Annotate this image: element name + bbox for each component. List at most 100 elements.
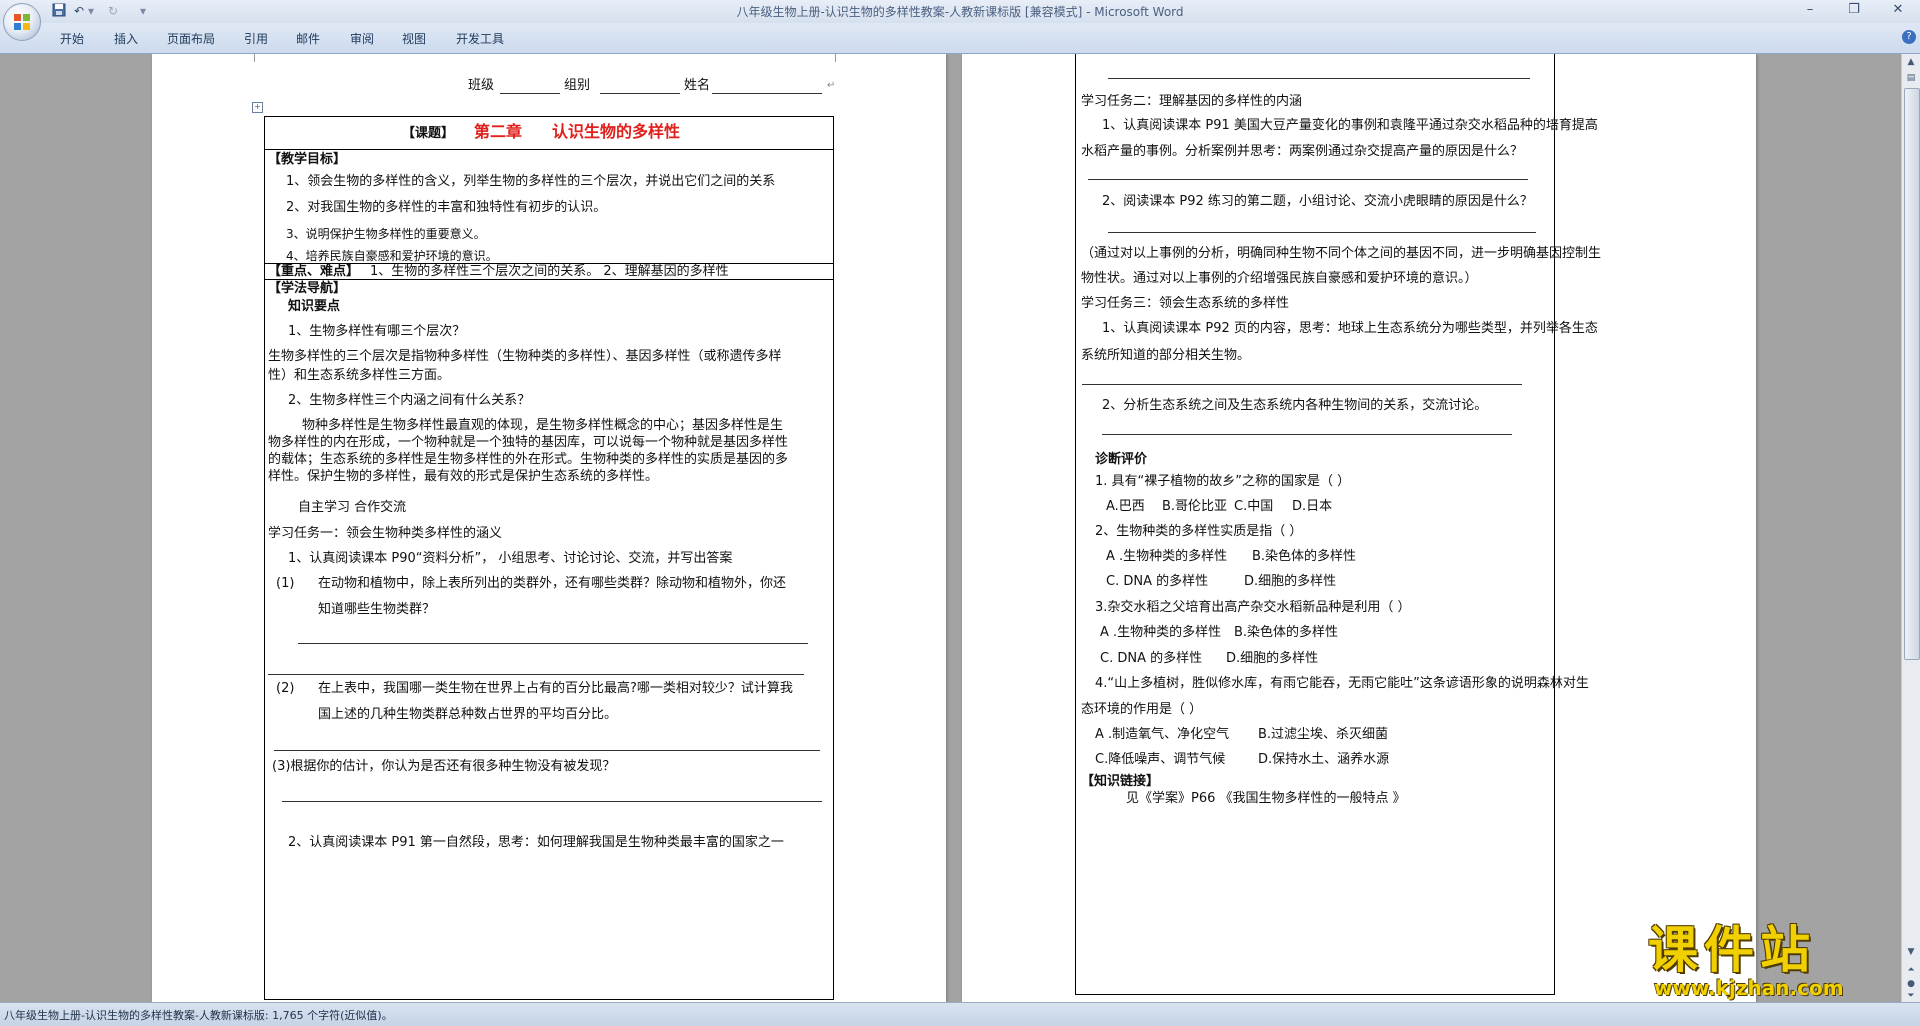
q3-option-a: A .生物种类的多样性 <box>1100 625 1222 640</box>
answer-2-line-4: 样性。保护生物的多样性，最有效的形式是保护生态系统的多样性。 <box>268 469 659 484</box>
window-controls: – ❐ ✕ <box>1788 0 1920 21</box>
self-study-label: 自主学习 合作交流 <box>298 500 407 515</box>
question-4-line-2: 态环境的作用是（ ） <box>1081 702 1203 717</box>
q2-option-d: D.细胞的多样性 <box>1244 574 1337 589</box>
sub-2-number: (2) <box>276 681 295 696</box>
q1-option-b: B.哥伦比亚 <box>1162 499 1228 514</box>
answer-2-line-3: 的载体；生态系统的多样性是生物多样性的外在形式。生物种类的多样性的实质是基因的多 <box>268 452 789 467</box>
chapter-title: 第二章 <box>474 122 523 141</box>
item-2: 2、认真阅读课本 P91 第一自然段，思考：如何理解我国是生物种类最丰富的国家之… <box>288 835 784 850</box>
sub-3: (3)根据你的估计，你认为是否还有很多种生物没有被发现？ <box>272 759 616 774</box>
key-points-text: 1、生物的多样性三个层次之间的关系。 2、理解基因的多样性 <box>370 264 729 279</box>
q3-option-c: C. DNA 的多样性 <box>1100 651 1203 666</box>
evaluation-label: 诊断评价 <box>1095 452 1148 467</box>
question-3: 3.杂交水稻之父培育出高产杂交水稻新品种是利用（ ） <box>1095 600 1411 615</box>
vertical-scrollbar[interactable]: ▲ ▤ ▼ ⏶ ● ⏷ <box>1901 54 1920 1002</box>
goal-4: 4、培养民族自豪感和爱护环境的意识。 <box>286 249 498 263</box>
question-2: 2、生物种类的多样性实质是指（ ） <box>1095 524 1303 539</box>
minimize-button[interactable]: – <box>1788 0 1832 21</box>
table-move-handle-icon[interactable]: + <box>252 102 263 113</box>
q3-option-d: D.细胞的多样性 <box>1226 651 1319 666</box>
tab-mailings[interactable]: 邮件 <box>296 30 320 47</box>
task-2-title: 学习任务二：理解基因的多样性的内涵 <box>1081 94 1303 109</box>
q4-option-b: B.过滤尘埃、杀灭细菌 <box>1258 727 1389 742</box>
topic-title: 认识生物的多样性 <box>552 122 681 141</box>
goals-label: 【教学目标】 <box>268 152 347 167</box>
document-workspace: 班级 组别 姓名 ↵ + 【课题】 第二章 认识生物的多样性 【教学目标】 1、… <box>0 54 1902 1002</box>
answer-1-line-1: 生物多样性的三个层次是指物种多样性（生物种类的多样性）、基因多样性（或称遗传多样 <box>268 349 782 364</box>
document-page-2: 学习任务二：理解基因的多样性的内涵 1、认真阅读课本 P91 美国大豆产量变化的… <box>962 54 1756 1002</box>
question-1: 1、生物多样性有哪三个层次？ <box>288 324 466 339</box>
tab-references[interactable]: 引用 <box>244 30 268 47</box>
knowledge-label: 知识要点 <box>288 299 341 314</box>
ribbon-tab-bar: 开始 插入 页面布局 引用 邮件 审阅 视图 开发工具 ? <box>0 23 1920 54</box>
q4-option-a: A .制造氧气、净化空气 <box>1095 727 1230 742</box>
status-bar: 八年级生物上册-认识生物的多样性教案-人教新课标版: 1,765 个字符(近似值… <box>0 1002 1920 1026</box>
q1-option-a: A.巴西 <box>1106 499 1145 514</box>
class-label: 班级 <box>468 78 495 93</box>
watermark-logo: 课件站 www.kjzhan.com <box>1648 921 1894 1000</box>
sub-2-line-1: 在上表中，我国哪一类生物在世界上占有的百分比最高?哪一类相对较少？试计算我 <box>318 681 793 696</box>
tab-view[interactable]: 视图 <box>402 30 426 47</box>
watermark-url: www.kjzhan.com <box>1654 976 1844 1000</box>
task-3-item-1-line-2: 系统所知道的部分相关生物。 <box>1081 348 1251 363</box>
office-logo-icon <box>14 14 30 30</box>
question-1: 1. 具有“裸子植物的故乡”之称的国家是（ ） <box>1095 474 1351 489</box>
q4-option-c: C.降低噪声、调节气候 <box>1095 752 1226 767</box>
scroll-down-icon[interactable]: ▼ <box>1903 944 1919 960</box>
question-4-line-1: 4.“山上多植树，胜似修水库，有雨它能吞，无雨它能吐”这条谚语形象的说明森林对生 <box>1095 676 1589 691</box>
sub-1-line-2: 知道哪些生物类群？ <box>318 602 436 617</box>
sub-1-line-1: 在动物和植物中，除上表所列出的类群外，还有哪些类群？除动物和植物外，你还 <box>318 576 787 591</box>
document-page-1: 班级 组别 姓名 ↵ + 【课题】 第二章 认识生物的多样性 【教学目标】 1、… <box>152 54 946 1002</box>
scroll-up-icon[interactable]: ▲ <box>1903 54 1919 70</box>
q2-option-b: B.染色体的多样性 <box>1252 549 1357 564</box>
tab-developer[interactable]: 开发工具 <box>456 30 504 47</box>
tab-review[interactable]: 审阅 <box>350 30 374 47</box>
answer-2-line-1: 物种多样性是生物多样性最直观的体现，是生物多样性概念的中心；基因多样性是生 <box>302 418 784 433</box>
question-2: 2、生物多样性三个内涵之间有什么关系？ <box>288 393 531 408</box>
task-3-title: 学习任务三：领会生态系统的多样性 <box>1081 296 1290 311</box>
topic-label: 【课题】 <box>402 126 455 141</box>
tab-insert[interactable]: 插入 <box>114 30 138 47</box>
group-label: 组别 <box>564 78 591 93</box>
q2-option-a: A .生物种类的多样性 <box>1106 549 1228 564</box>
task-3-item-2: 2、分析生态系统之间及生态系统内各种生物间的关系，交流讨论。 <box>1102 398 1488 413</box>
tab-page-layout[interactable]: 页面布局 <box>167 30 215 47</box>
answer-1-line-2: 性）和生态系统多样性三方面。 <box>268 368 451 383</box>
key-points-label: 【重点、难点】 <box>268 264 360 279</box>
tab-home[interactable]: 开始 <box>60 30 84 47</box>
task-2-item-1-line-1: 1、认真阅读课本 P91 美国大豆产量变化的事例和袁隆平通过杂交水稻品种的培育提… <box>1102 118 1598 133</box>
q4-option-d: D.保持水土、涵养水源 <box>1258 752 1390 767</box>
office-button[interactable] <box>3 3 41 41</box>
status-text: 八年级生物上册-认识生物的多样性教案-人教新课标版: 1,765 个字符(近似值… <box>4 1009 393 1022</box>
restore-button[interactable]: ❐ <box>1832 0 1876 21</box>
close-button[interactable]: ✕ <box>1876 0 1920 21</box>
task-1-item-1: 1、认真阅读课本 P90“资料分析”， 小组思考、讨论讨论、交流，并写出答案 <box>288 551 733 566</box>
summary-line-2: 物性状。通过对以上事例的介绍增强民族自豪感和爱护环境的意识。） <box>1081 271 1478 286</box>
scrollbar-thumb[interactable] <box>1904 88 1920 660</box>
knowledge-link-text: 见《学案》P66 《我国生物多样性的一般特点 》 <box>1126 791 1406 806</box>
name-label: 姓名 <box>684 78 711 93</box>
goal-3: 3、说明保护生物多样性的重要意义。 <box>286 227 486 241</box>
task-3-item-1-line-1: 1、认真阅读课本 P92 页的内容，思考：地球上生态系统分为哪些类型，并列举各生… <box>1102 321 1598 336</box>
window-title: 八年级生物上册-认识生物的多样性教案-人教新课标版 [兼容模式] - Micro… <box>736 5 1184 19</box>
task-2-item-1-line-2: 水稻产量的事例。分析案例并思考：两案例通过杂交提高产量的原因是什么？ <box>1081 144 1524 159</box>
title-bar: ↶ ▾ ↻ ▾ 八年级生物上册-认识生物的多样性教案-人教新课标版 [兼容模式]… <box>0 0 1920 24</box>
q3-option-b: B.染色体的多样性 <box>1234 625 1339 640</box>
sub-2-line-2: 国上述的几种生物类群总种数占世界的平均百分比。 <box>318 707 618 722</box>
knowledge-link-label: 【知识链接】 <box>1081 774 1160 789</box>
task-2-item-2: 2、阅读课本 P92 练习的第二题，小组讨论、交流小虎眼睛的原因是什么？ <box>1102 194 1533 209</box>
q1-option-d: D.日本 <box>1292 499 1333 514</box>
goal-2: 2、对我国生物的多样性的丰富和独特性有初步的认识。 <box>286 200 607 215</box>
sub-1-number: (1) <box>276 576 295 591</box>
help-icon[interactable]: ? <box>1902 30 1916 44</box>
summary-line-1: （通过对以上事例的分析，明确同种生物不同个体之间的基因不同，进一步明确基因控制生 <box>1081 246 1602 261</box>
watermark-title: 课件站 <box>1648 921 1816 979</box>
task-1-title: 学习任务一：领会生物种类多样性的涵义 <box>268 526 503 541</box>
ruler-toggle-icon[interactable]: ▤ <box>1903 70 1919 86</box>
goal-1: 1、领会生物的多样性的含义，列举生物的多样性的三个层次，并说出它们之间的关系 <box>286 174 776 189</box>
answer-2-line-2: 物多样性的内在形成，一个物种就是一个独特的基因库，可以说每一个物种就是基因多样性 <box>268 435 789 450</box>
q2-option-c: C. DNA 的多样性 <box>1106 574 1209 589</box>
guide-label: 【学法导航】 <box>268 281 347 296</box>
q1-option-c: C.中国 <box>1234 499 1274 514</box>
